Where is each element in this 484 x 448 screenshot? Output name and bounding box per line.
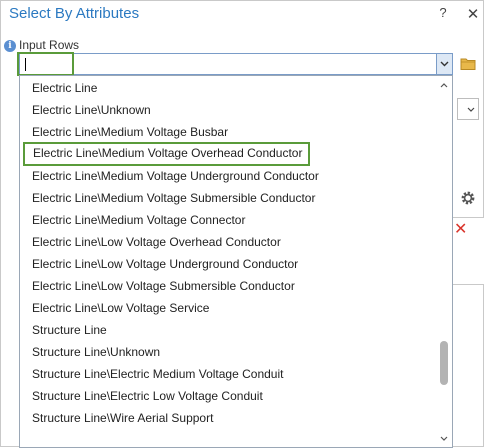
- list-item[interactable]: Structure Line\Electric Low Voltage Cond…: [20, 385, 436, 407]
- input-highlight-outline: [17, 52, 74, 76]
- help-button[interactable]: ?: [435, 5, 451, 23]
- list-item[interactable]: Electric Line\Medium Voltage Connector: [20, 209, 436, 231]
- chevron-up-icon: [440, 82, 448, 87]
- list-item[interactable]: Structure Line\Electric Medium Voltage C…: [20, 363, 436, 385]
- chevron-down-icon: [440, 61, 449, 67]
- input-rows-label: Input Rows: [19, 38, 80, 52]
- select-by-attributes-dialog: Select By Attributes ? ✕ i Input Rows ✕: [0, 0, 484, 448]
- scroll-down-button[interactable]: [436, 431, 452, 445]
- list-item[interactable]: Structure Line\Unknown: [20, 341, 436, 363]
- list-item[interactable]: Electric Line\Low Voltage Service: [20, 297, 436, 319]
- remove-icon[interactable]: ✕: [454, 222, 468, 238]
- list-item[interactable]: Electric Line: [20, 77, 436, 99]
- list-item[interactable]: Electric Line\Unknown: [20, 99, 436, 121]
- chevron-down-icon: [440, 436, 448, 441]
- list-item[interactable]: Electric Line\Medium Voltage Underground…: [20, 165, 436, 187]
- list-item[interactable]: Electric Line\Low Voltage Overhead Condu…: [20, 231, 436, 253]
- list-item[interactable]: Electric Line\Low Voltage Underground Co…: [20, 253, 436, 275]
- info-icon[interactable]: i: [4, 40, 16, 52]
- list-item[interactable]: Electric Line\Low Voltage Submersible Co…: [20, 275, 436, 297]
- dropdown-scrollbar[interactable]: [436, 76, 452, 447]
- combobox-dropdown-button[interactable]: [436, 54, 452, 74]
- background-select[interactable]: [457, 98, 479, 120]
- list-item[interactable]: Electric Line\Medium Voltage Busbar: [20, 121, 436, 143]
- list-item[interactable]: Electric Line\Medium Voltage Submersible…: [20, 187, 436, 209]
- close-button[interactable]: ✕: [465, 5, 481, 23]
- list-item[interactable]: Structure Line: [20, 319, 436, 341]
- input-rows-combobox[interactable]: [19, 53, 453, 75]
- list-item-highlighted[interactable]: Electric Line\Medium Voltage Overhead Co…: [23, 142, 310, 166]
- chevron-down-icon: [467, 107, 475, 112]
- list-item[interactable]: Structure Line\Wire Aerial Support: [20, 407, 436, 429]
- dialog-title: Select By Attributes: [9, 5, 140, 22]
- scroll-up-button[interactable]: [436, 78, 452, 92]
- scrollbar-thumb[interactable]: [440, 341, 448, 386]
- folder-icon[interactable]: [460, 57, 476, 71]
- input-rows-dropdown-list: Electric Line Electric Line\Unknown Elec…: [19, 75, 453, 448]
- gear-icon[interactable]: [459, 189, 477, 207]
